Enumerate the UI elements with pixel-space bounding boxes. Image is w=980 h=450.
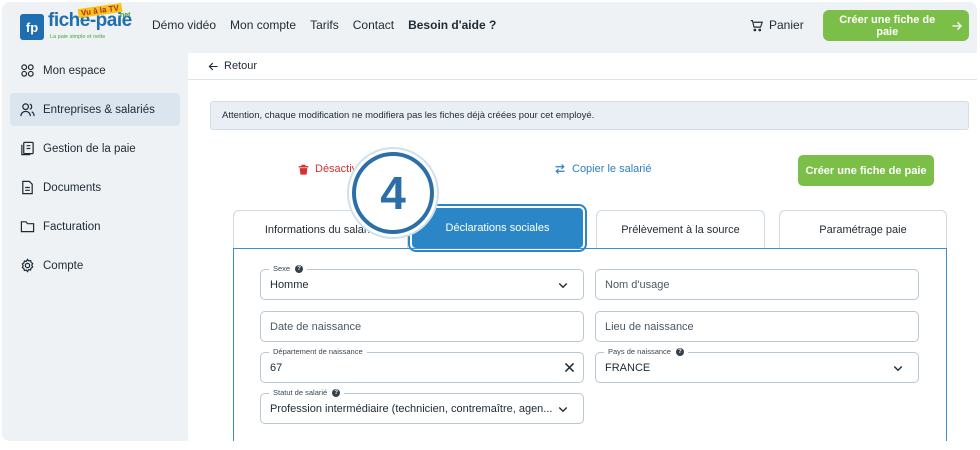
nav-mon-compte[interactable]: Mon compte (230, 18, 296, 32)
sidebar-item-label: Mon espace (43, 64, 106, 77)
gear-icon (21, 258, 34, 273)
help-icon[interactable]: ? (295, 264, 304, 273)
logo-mark: fp (20, 14, 44, 40)
sidebar: Mon espace Entreprises & salariés Gestio… (10, 54, 180, 288)
sidebar-item-compte[interactable]: Compte (10, 249, 180, 282)
nav-demo-video[interactable]: Démo vidéo (152, 18, 216, 32)
sidebar-item-label: Documents (43, 181, 102, 194)
arrow-left-icon (208, 62, 218, 70)
departement-naissance-input[interactable]: Département de naissance 67 (260, 347, 584, 383)
tab-parametrage-paie[interactable]: Paramétrage paie (779, 210, 947, 248)
sidebar-item-mon-espace[interactable]: Mon espace (10, 54, 180, 87)
departement-label: Département de naissance (269, 347, 367, 356)
nav-contact[interactable]: Contact (353, 18, 394, 32)
help-icon[interactable]: ? (332, 388, 341, 397)
logo-net: .net (118, 12, 131, 19)
swap-arrows-icon (555, 164, 565, 174)
divider (188, 79, 977, 80)
sexe-select[interactable]: Sexe ? Homme (260, 264, 584, 300)
cart-link[interactable]: Panier (750, 18, 804, 32)
sidebar-item-facturation[interactable]: Facturation (10, 210, 180, 243)
cart-label: Panier (769, 18, 804, 32)
statut-salarie-select[interactable]: Statut de salarié ? Profession intermédi… (260, 388, 584, 424)
sidebar-item-label: Facturation (43, 220, 101, 233)
pays-naissance-select[interactable]: Pays de naissance ? FRANCE (595, 347, 919, 383)
create-payslip-button[interactable]: Créer une fiche de paie (798, 155, 934, 186)
sexe-label: Sexe ? (269, 264, 308, 273)
warning-notice: Attention, chaque modification ne modifi… (210, 101, 969, 130)
app-window: fp fiche-paie Vu à la TV .net La paie si… (2, 2, 977, 441)
lieu-naissance-input[interactable]: Lieu de naissance (595, 311, 919, 342)
sidebar-item-label: Compte (43, 259, 84, 272)
sidebar-item-gestion-paie[interactable]: Gestion de la paie (10, 132, 180, 165)
main-panel: Retour Attention, chaque modification ne… (188, 53, 977, 441)
payslip-icon (21, 141, 34, 156)
back-label: Retour (224, 60, 258, 72)
back-link[interactable]: Retour (208, 60, 257, 72)
nav-help[interactable]: Besoin d'aide ? (408, 18, 496, 32)
logo[interactable]: fp fiche-paie Vu à la TV .net La paie si… (20, 2, 135, 44)
departement-value: 67 (270, 361, 283, 374)
nom-usage-input[interactable]: Nom d'usage (595, 269, 919, 300)
sidebar-item-label: Entreprises & salariés (43, 103, 155, 116)
help-icon[interactable]: ? (675, 347, 684, 356)
folder-icon (20, 221, 35, 233)
chevron-down-icon (558, 283, 568, 289)
pays-value: FRANCE (605, 361, 651, 374)
create-payslip-label: Créer une fiche de paie (839, 13, 936, 38)
trash-icon (298, 164, 309, 175)
tab-declarations-sociales[interactable]: Déclarations sociales (408, 204, 587, 252)
sexe-label-text: Sexe (273, 264, 291, 273)
top-bar: fp fiche-paie Vu à la TV .net La paie si… (2, 2, 977, 48)
logo-tagline: La paie simple et nette (50, 34, 106, 40)
clear-icon[interactable] (563, 361, 576, 374)
lieu-naissance-placeholder: Lieu de naissance (605, 320, 694, 333)
statut-label-text: Statut de salarié (273, 388, 328, 397)
sidebar-item-label: Gestion de la paie (43, 142, 136, 155)
sidebar-item-documents[interactable]: Documents (10, 171, 180, 204)
users-icon (20, 103, 35, 117)
sexe-value: Homme (270, 278, 309, 291)
chevron-down-icon (893, 366, 903, 372)
date-naissance-input[interactable]: Date de naissance (260, 311, 584, 342)
departement-label-text: Département de naissance (273, 347, 363, 356)
statut-value: Profession intermédiaire (technicien, co… (270, 402, 553, 415)
cart-icon (750, 19, 763, 31)
pays-label: Pays de naissance ? (604, 347, 688, 356)
create-payslip-button-top[interactable]: Créer une fiche de paie (823, 10, 969, 41)
nom-usage-placeholder: Nom d'usage (605, 278, 670, 291)
copy-label: Copier le salarié (572, 163, 652, 175)
statut-label: Statut de salarié ? (269, 388, 345, 397)
main-nav: Démo vidéo Mon compte Tarifs Contact Bes… (152, 18, 496, 32)
tab-prelevement-source[interactable]: Prélèvement à la source (596, 210, 765, 248)
nav-tarifs[interactable]: Tarifs (310, 18, 339, 32)
notice-text: Attention, chaque modification ne modifi… (222, 110, 595, 121)
step-number-badge: 4 (352, 152, 434, 234)
grid-icon (21, 64, 34, 77)
document-icon (22, 180, 33, 195)
pays-label-text: Pays de naissance (608, 347, 671, 356)
date-naissance-placeholder: Date de naissance (270, 320, 362, 333)
sidebar-item-entreprises[interactable]: Entreprises & salariés (10, 93, 180, 126)
arrow-right-icon (952, 21, 963, 30)
copy-employee-button[interactable]: Copier le salarié (554, 163, 651, 175)
chevron-down-icon (558, 407, 568, 413)
